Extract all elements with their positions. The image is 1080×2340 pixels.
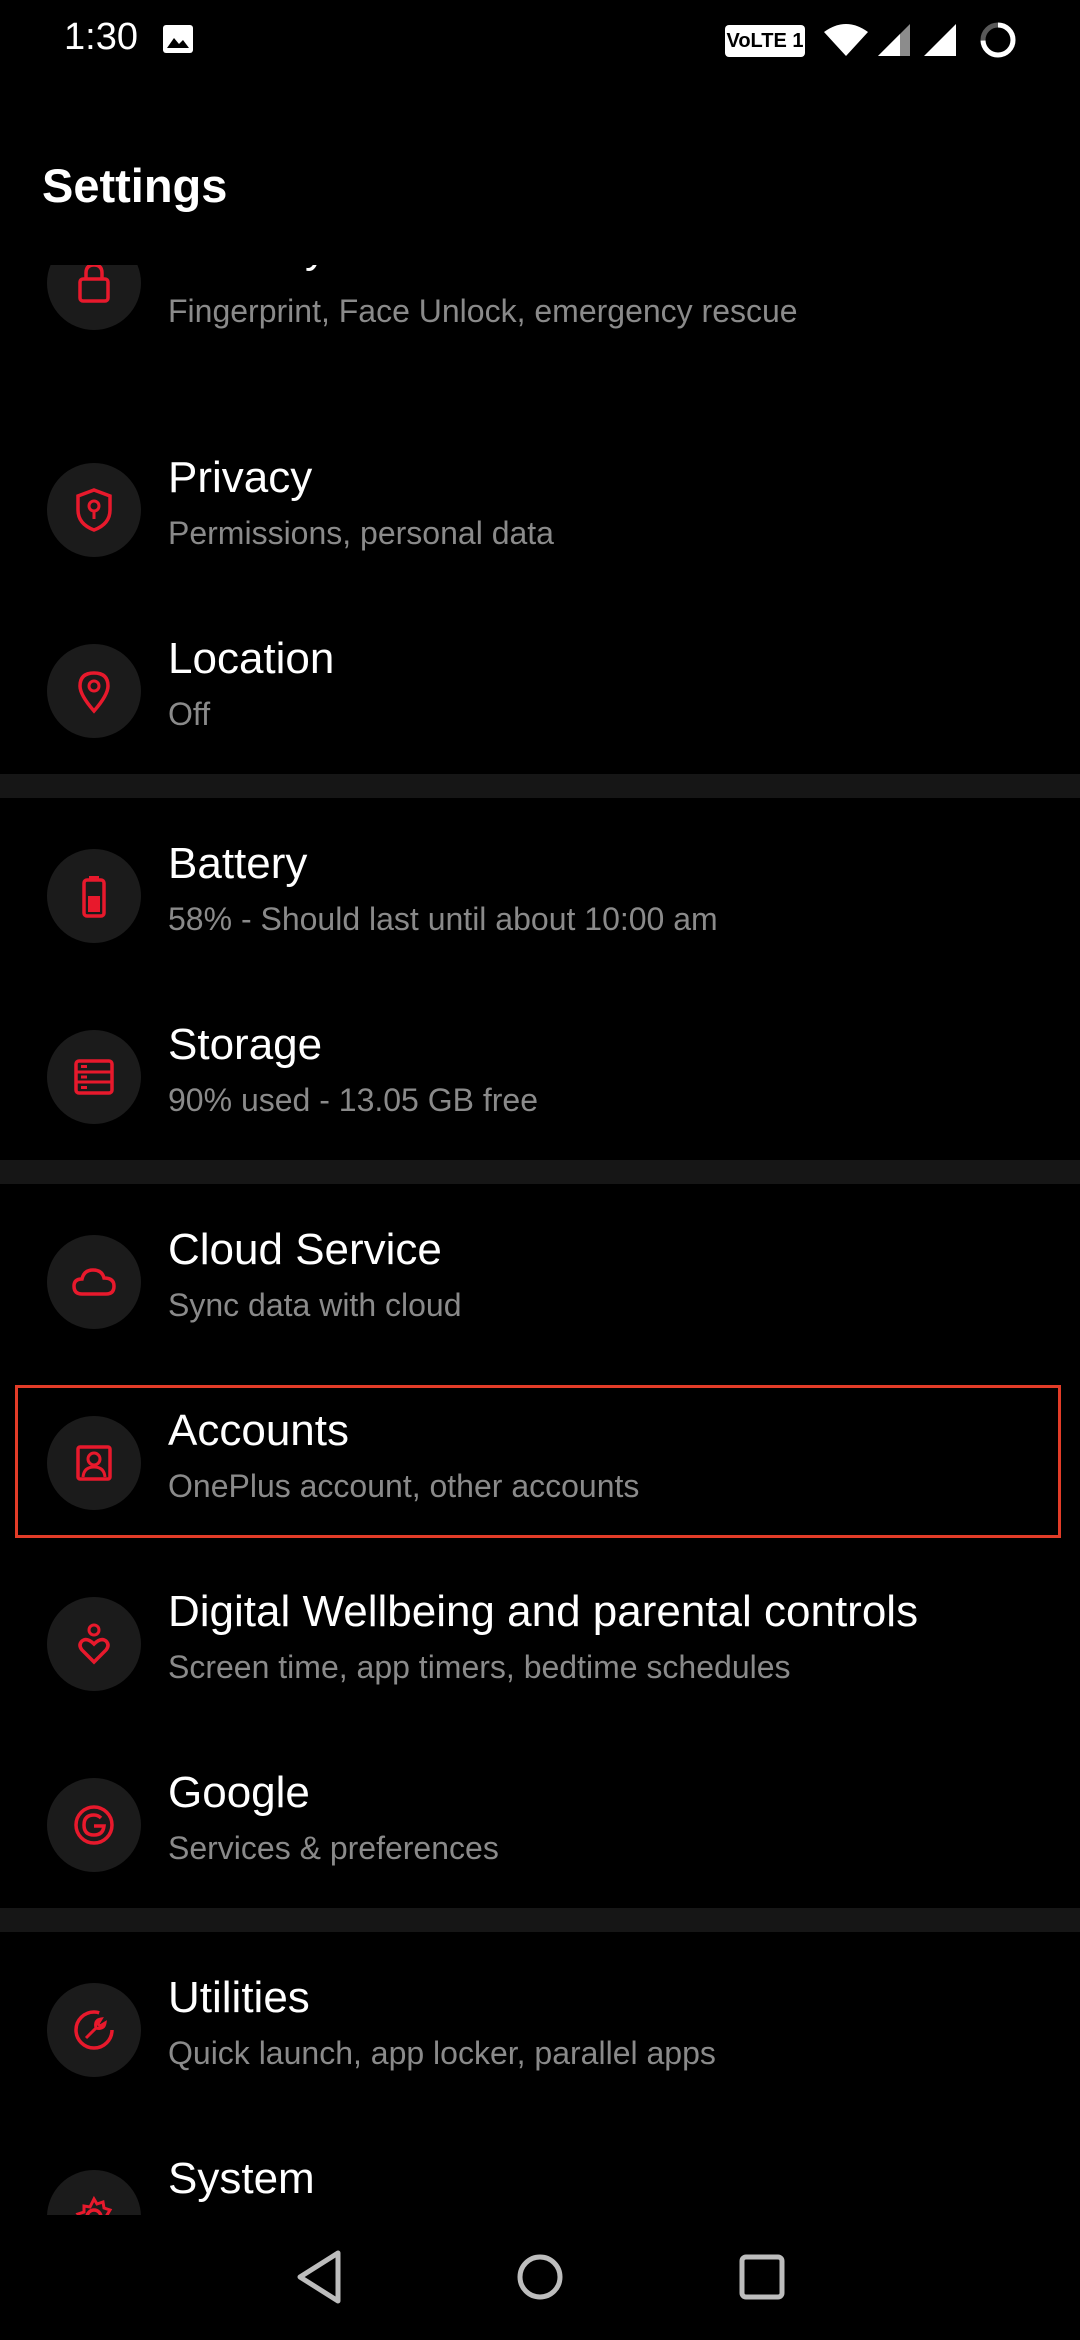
settings-item-security[interactable]: Security & lock screen Fingerprint, Face…	[0, 265, 1080, 366]
signal-icon	[878, 24, 910, 56]
back-icon[interactable]	[282, 2239, 358, 2315]
google-icon-wrap	[47, 1777, 141, 1872]
settings-item-title: System	[168, 2154, 315, 2203]
settings-item-subtitle: Off	[168, 696, 211, 732]
settings-item-system[interactable]: System	[0, 2120, 1080, 2215]
gear-icon	[75, 2195, 113, 2215]
settings-item-title: Location	[168, 634, 335, 683]
settings-item-privacy[interactable]: Privacy Permissions, personal data	[0, 419, 1080, 600]
settings-item-battery[interactable]: Battery 58% - Should last until about 10…	[0, 805, 1080, 986]
settings-item-title: Digital Wellbeing and parental controls	[168, 1587, 919, 1636]
shield-icon-wrap	[47, 462, 141, 557]
section-divider	[0, 1908, 1080, 1932]
battery-ring-icon	[980, 22, 1016, 58]
settings-item-title: Storage	[168, 1020, 323, 1069]
battery-icon-wrap	[47, 848, 141, 943]
heart-person-icon-wrap	[47, 1596, 141, 1691]
settings-item-storage[interactable]: Storage 90% used - 13.05 GB free	[0, 986, 1080, 1167]
location-pin-icon-wrap	[47, 643, 141, 738]
storage-icon-wrap	[47, 1029, 141, 1124]
page-title: Settings	[42, 159, 228, 212]
selection-highlight	[15, 1385, 1061, 1538]
settings-item-utilities[interactable]: Utilities Quick launch, app locker, para…	[0, 1939, 1080, 2120]
cloud-icon	[72, 1267, 116, 1296]
battery-icon	[82, 875, 106, 918]
heart-person-icon	[78, 1623, 110, 1664]
recents-icon[interactable]	[724, 2239, 800, 2315]
settings-item-subtitle: Permissions, personal data	[168, 515, 554, 551]
settings-item-subtitle: Fingerprint, Face Unlock, emergency resc…	[168, 293, 798, 329]
section-divider	[0, 1160, 1080, 1184]
navigation-bar	[0, 2215, 1080, 2340]
image-icon	[163, 25, 193, 53]
settings-item-title: Privacy	[168, 453, 313, 502]
signal-icon	[924, 24, 956, 56]
settings-item-google[interactable]: Google Services & preferences	[0, 1734, 1080, 1915]
wifi-icon	[824, 24, 868, 56]
settings-item-subtitle: 90% used - 13.05 GB free	[168, 1082, 538, 1118]
settings-item-subtitle: Screen time, app timers, bedtime schedul…	[168, 1649, 791, 1685]
wrench-icon	[74, 2009, 114, 2050]
status-bar: 1:30 VoLTE 1	[0, 0, 1080, 80]
lock-icon-wrap	[47, 265, 141, 330]
settings-item-title: Security & lock screen	[168, 265, 603, 273]
settings-item-title: Cloud Service	[168, 1225, 442, 1274]
google-icon	[74, 1804, 114, 1845]
settings-item-cloud-service[interactable]: Cloud Service Sync data with cloud	[0, 1191, 1080, 1372]
cloud-icon-wrap	[47, 1234, 141, 1329]
settings-item-subtitle: 58% - Should last until about 10:00 am	[168, 901, 718, 937]
settings-item-title: Battery	[168, 839, 308, 888]
home-icon[interactable]	[502, 2239, 578, 2315]
settings-item-subtitle: Quick launch, app locker, parallel apps	[168, 2035, 716, 2071]
section-divider	[0, 774, 1080, 798]
settings-item-location[interactable]: Location Off	[0, 600, 1080, 781]
location-pin-icon	[78, 670, 110, 714]
settings-item-title: Utilities	[168, 1973, 310, 2022]
settings-item-subtitle: Services & preferences	[168, 1830, 499, 1866]
settings-item-system-clip: System	[0, 2120, 1080, 2215]
settings-item-title: Google	[168, 1768, 310, 1817]
gear-icon-wrap	[47, 2170, 141, 2215]
volte-badge: VoLTE 1	[725, 25, 805, 57]
storage-icon	[74, 1058, 114, 1095]
settings-item-digital-wellbeing[interactable]: Digital Wellbeing and parental controls …	[0, 1553, 1080, 1734]
lock-icon	[78, 265, 110, 303]
status-time: 1:30	[64, 16, 138, 58]
settings-item-subtitle: Sync data with cloud	[168, 1287, 462, 1323]
shield-icon	[76, 487, 112, 532]
wrench-icon-wrap	[47, 1982, 141, 2077]
